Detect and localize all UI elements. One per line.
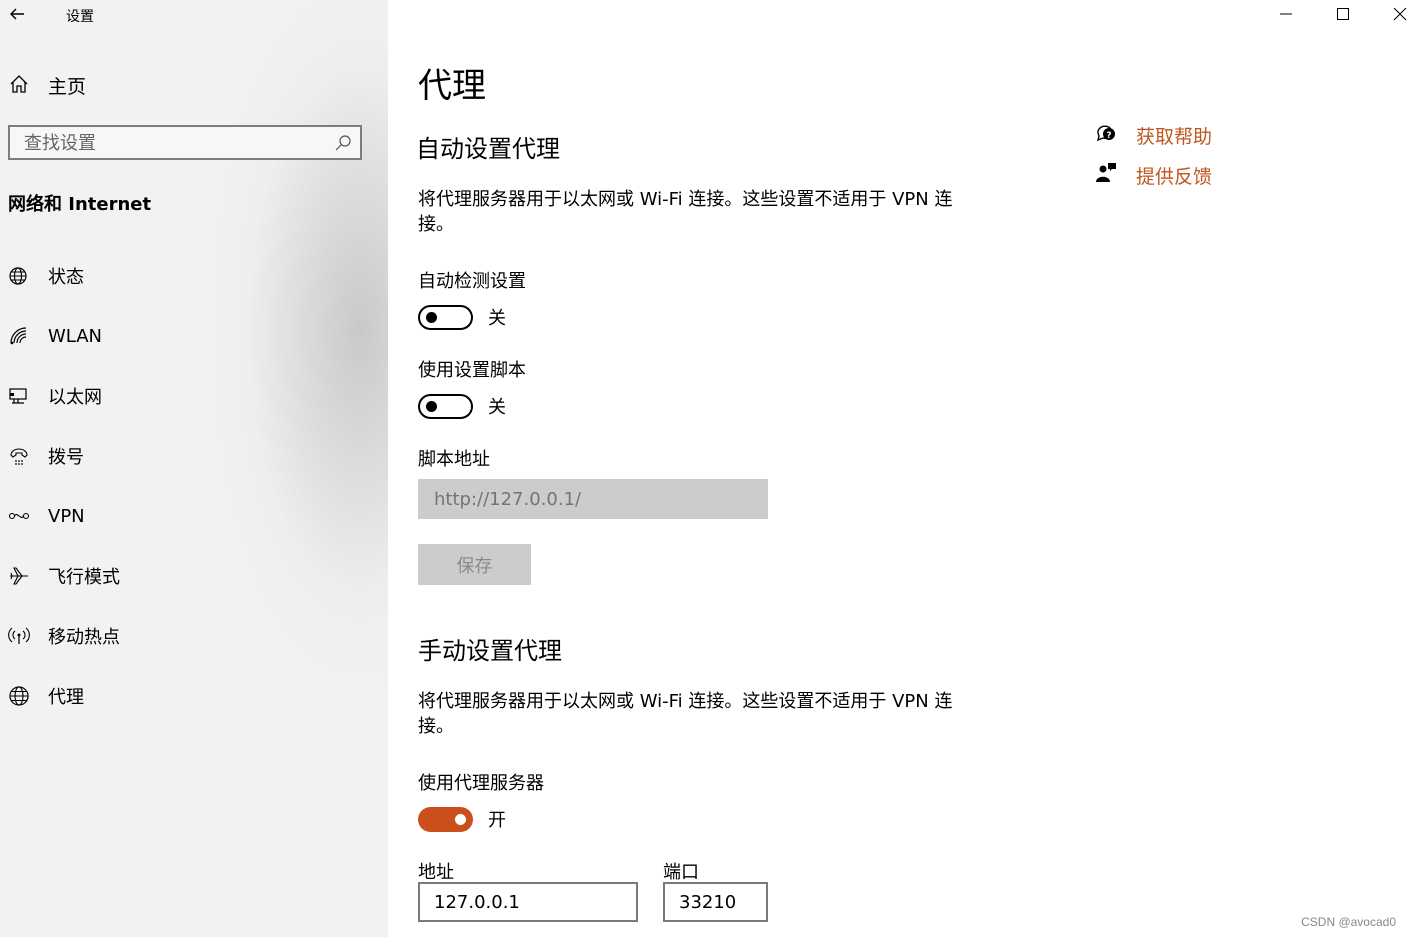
sidebar: 设置 主页 网络和 Internet 状态 WLAN 以太网 拨号 — [0, 0, 388, 937]
sidebar-item-label: 以太网 — [48, 387, 102, 408]
sidebar-item-ethernet[interactable]: 以太网 — [8, 381, 378, 411]
get-help-label: 获取帮助 — [1136, 125, 1213, 148]
auto-detect-state: 关 — [488, 308, 506, 329]
use-proxy-state: 开 — [488, 810, 506, 831]
use-script-label: 使用设置脚本 — [418, 360, 526, 381]
sidebar-item-label: 移动热点 — [48, 627, 120, 648]
sidebar-home[interactable]: 主页 — [8, 72, 86, 99]
back-arrow-icon[interactable] — [6, 2, 30, 26]
section-title: 网络和 Internet — [8, 194, 152, 215]
use-proxy-toggle[interactable] — [418, 806, 473, 832]
sidebar-item-airplane[interactable]: 飞行模式 — [8, 561, 378, 591]
address-input[interactable] — [418, 882, 638, 922]
sidebar-item-label: 代理 — [48, 687, 84, 708]
home-label: 主页 — [48, 76, 87, 98]
dialup-icon — [8, 445, 30, 467]
search-icon[interactable] — [334, 134, 352, 152]
watermark: CSDN @avocad0 — [1301, 915, 1396, 929]
sidebar-item-wlan[interactable]: WLAN — [8, 321, 378, 351]
maximize-button[interactable] — [1315, 0, 1371, 30]
sidebar-item-label: 状态 — [48, 267, 84, 288]
ethernet-icon — [8, 385, 30, 407]
minimize-icon — [1279, 6, 1293, 25]
address-label: 地址 — [418, 862, 454, 883]
sidebar-item-vpn[interactable]: VPN — [8, 501, 378, 531]
hotspot-icon — [8, 625, 30, 647]
svg-text:?: ? — [1106, 131, 1111, 141]
vpn-icon — [8, 505, 30, 527]
sidebar-item-dialup[interactable]: 拨号 — [8, 441, 378, 471]
wifi-icon — [8, 325, 30, 347]
close-icon — [1393, 6, 1407, 25]
port-label: 端口 — [663, 862, 699, 883]
script-address-label: 脚本地址 — [418, 449, 490, 470]
sidebar-item-label: WLAN — [48, 325, 103, 347]
sidebar-item-status[interactable]: 状态 — [8, 261, 378, 291]
window-title: 设置 — [66, 9, 94, 25]
feedback-link[interactable]: 提供反馈 — [1094, 161, 1212, 189]
feedback-icon — [1094, 161, 1118, 189]
page-title: 代理 — [418, 66, 486, 106]
use-script-toggle[interactable] — [418, 393, 473, 419]
sidebar-item-hotspot[interactable]: 移动热点 — [8, 621, 378, 651]
sidebar-item-label: VPN — [48, 505, 85, 527]
close-button[interactable] — [1372, 0, 1412, 30]
home-icon — [8, 73, 30, 99]
manual-proxy-heading: 手动设置代理 — [418, 637, 562, 665]
airplane-icon — [8, 565, 30, 587]
sidebar-item-label: 拨号 — [48, 447, 84, 468]
globe-status-icon — [8, 265, 30, 287]
auto-detect-label: 自动检测设置 — [418, 271, 526, 292]
sidebar-item-label: 飞行模式 — [48, 567, 120, 588]
save-button[interactable]: 保存 — [418, 544, 531, 585]
sidebar-item-proxy[interactable]: 代理 — [8, 681, 378, 711]
manual-proxy-description: 将代理服务器用于以太网或 Wi-Fi 连接。这些设置不适用于 VPN 连接。 — [418, 691, 953, 737]
main-panel: 代理 自动设置代理 将代理服务器用于以太网或 Wi-Fi 连接。这些设置不适用于… — [388, 0, 1412, 937]
auto-detect-toggle[interactable] — [418, 304, 473, 330]
minimize-button[interactable] — [1258, 0, 1314, 30]
search-box[interactable] — [8, 125, 362, 160]
maximize-icon — [1336, 6, 1350, 25]
script-address-input[interactable] — [418, 479, 768, 519]
port-input[interactable] — [663, 882, 768, 922]
search-input[interactable] — [22, 127, 326, 160]
feedback-label: 提供反馈 — [1136, 165, 1213, 188]
auto-proxy-description: 将代理服务器用于以太网或 Wi-Fi 连接。这些设置不适用于 VPN 连接。 — [418, 189, 953, 235]
use-script-state: 关 — [488, 397, 506, 418]
auto-proxy-heading: 自动设置代理 — [416, 135, 560, 163]
get-help-link[interactable]: ? 获取帮助 — [1094, 121, 1212, 149]
use-proxy-label: 使用代理服务器 — [418, 773, 544, 794]
globe-icon — [8, 685, 30, 707]
help-chat-icon: ? — [1094, 121, 1118, 149]
